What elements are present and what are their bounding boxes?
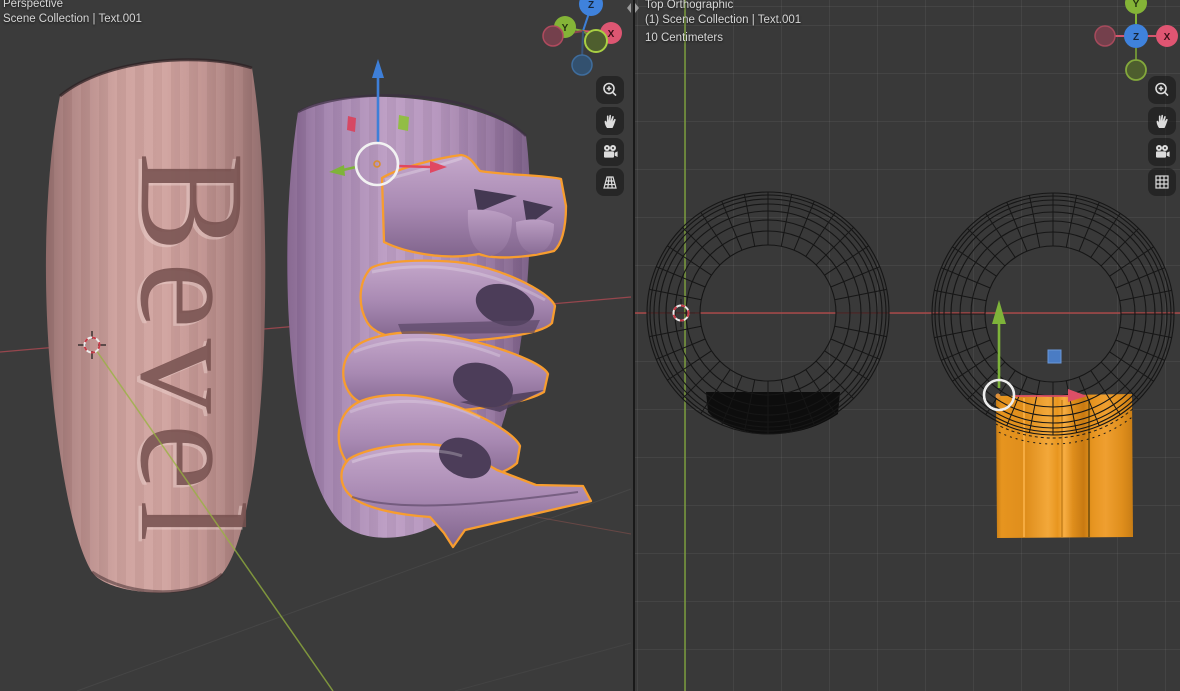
gizmo-plane-yz: [398, 115, 409, 131]
gizmo-y-arrow: [992, 300, 1006, 324]
viewport-top-orthographic[interactable]: Y Z X Top Orthographic (1) Scene Collect…: [633, 0, 1180, 691]
svg-text:Z: Z: [1133, 32, 1139, 43]
scene-canvas-perspective[interactable]: Bevel Bevel Z Y X: [0, 0, 633, 691]
ortho-grid-icon: [1155, 175, 1169, 189]
camera-icon: [1156, 145, 1170, 158]
nav-ball-x: X: [1156, 25, 1178, 47]
pan-button[interactable]: [596, 107, 624, 135]
nav-ball-z: Z: [1124, 24, 1148, 48]
nav-ball-x-neg: [542, 25, 564, 47]
camera-view-button[interactable]: [1148, 138, 1176, 166]
nav-ball-y: Y: [1125, 0, 1147, 14]
gizmo-x-axis: [397, 164, 431, 169]
wireframe-torus-right[interactable]: [931, 192, 1175, 436]
nav-ball-x-neg: [1094, 25, 1116, 47]
nav-axis-gizmo[interactable]: Z Y X: [542, 0, 622, 76]
nav-ball-z: Z: [579, 0, 603, 16]
camera-icon: [604, 145, 618, 158]
zoom-in-icon: [603, 82, 617, 97]
toggle-projection-button[interactable]: [1148, 168, 1176, 196]
nav-ball-z-neg: [571, 54, 593, 76]
chevron-right-icon: [635, 3, 639, 13]
camera-view-button[interactable]: [596, 138, 624, 166]
svg-text:Y: Y: [1133, 0, 1140, 10]
svg-text:X: X: [608, 29, 615, 40]
gizmo-z-arrow: [372, 59, 384, 78]
nav-axis-gizmo-ortho[interactable]: Y Z X: [1094, 0, 1178, 81]
blender-split-viewport: Bevel Bevel Z Y X Perspective Scene Coll…: [0, 0, 1180, 691]
nav-ball-y-neg: [1125, 59, 1147, 81]
svg-text:X: X: [1164, 32, 1171, 43]
nav-ball-y-neg: [584, 29, 608, 53]
chevron-left-icon: [627, 3, 631, 13]
gizmo-plane-xy: [1047, 349, 1062, 364]
zoom-in-icon: [1155, 82, 1169, 97]
perspective-grid-icon: [603, 176, 617, 189]
gizmo-plane-xz: [347, 116, 356, 132]
cylinder-engraved-bevel[interactable]: Bevel Bevel: [45, 58, 275, 594]
pan-button[interactable]: [1148, 107, 1176, 135]
svg-text:Z: Z: [588, 0, 594, 11]
gizmo-origin-dot: [995, 393, 1001, 399]
hand-icon: [1156, 114, 1168, 128]
zoom-button[interactable]: [1148, 76, 1176, 104]
editor-split-handle[interactable]: [626, 2, 642, 14]
viewport-perspective[interactable]: Bevel Bevel Z Y X Perspective Scene Coll…: [0, 0, 633, 691]
hand-icon: [604, 114, 616, 128]
zoom-button[interactable]: [596, 76, 624, 104]
scene-canvas-ortho[interactable]: Y Z X: [635, 0, 1180, 691]
toggle-projection-button[interactable]: [596, 168, 624, 196]
engraved-text: Bevel: [109, 152, 275, 552]
